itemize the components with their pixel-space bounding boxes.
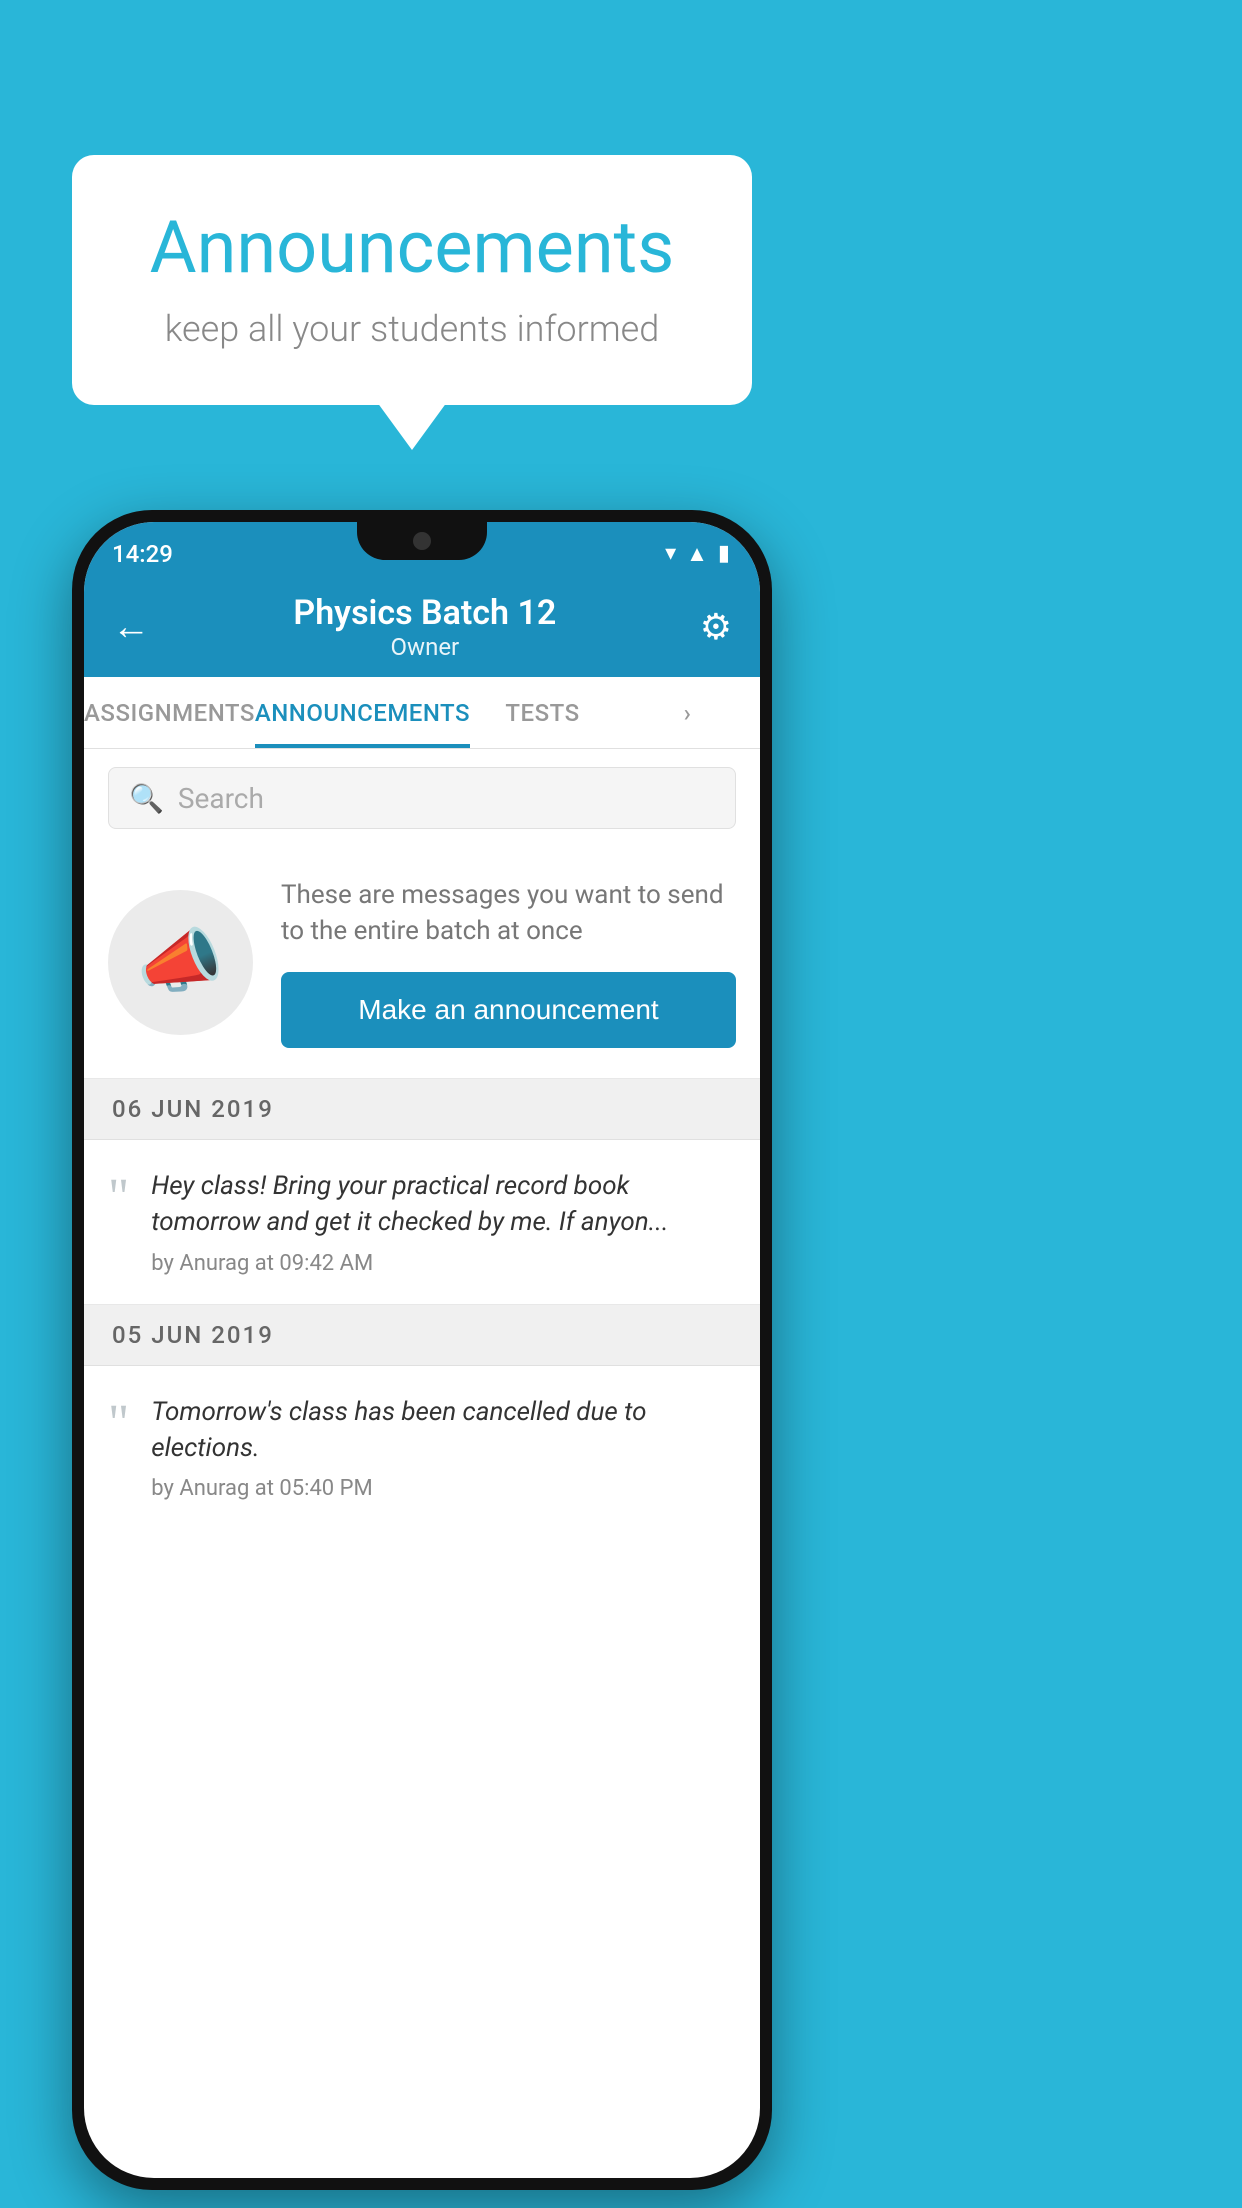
announcement-item-2: " Tomorrow's class has been cancelled du… [84,1366,760,1530]
quote-icon-2: " [108,1394,129,1450]
announcement-right: These are messages you want to send to t… [281,877,736,1048]
announcement-meta-1: by Anurag at 09:42 AM [151,1251,736,1276]
wifi-icon: ▾ [665,541,676,566]
date-header-1: 06 JUN 2019 [84,1079,760,1140]
battery-icon: ▮ [718,541,730,566]
tab-more[interactable]: › [615,677,760,748]
make-announcement-button[interactable]: Make an announcement [281,972,736,1048]
tab-announcements[interactable]: ANNOUNCEMENTS [255,677,470,748]
bubble-subtitle: keep all your students informed [132,308,692,350]
speech-bubble: Announcements keep all your students inf… [72,155,752,405]
header-subtitle: Owner [293,633,556,661]
megaphone-icon: 📣 [137,921,224,1003]
tabs: ASSIGNMENTS ANNOUNCEMENTS TESTS › [84,677,760,749]
announcement-desc: These are messages you want to send to t… [281,877,736,950]
speech-bubble-container: Announcements keep all your students inf… [72,155,752,405]
phone-notch [357,522,487,560]
status-time: 14:29 [112,540,173,568]
announcement-icon-circle: 📣 [108,890,253,1035]
search-container: 🔍 Search [84,749,760,847]
phone-inner: 14:29 ▾ ▲ ▮ ← Physics Batch 12 Owner ⚙ A… [84,522,760,2178]
announcement-content-1: Hey class! Bring your practical record b… [151,1168,736,1276]
back-button[interactable]: ← [112,605,150,649]
header-title: Physics Batch 12 [293,593,556,633]
search-box[interactable]: 🔍 Search [108,767,736,829]
settings-icon[interactable]: ⚙ [700,606,732,648]
search-icon: 🔍 [129,782,164,815]
announcement-item-1: " Hey class! Bring your practical record… [84,1140,760,1305]
announcement-meta-2: by Anurag at 05:40 PM [151,1476,736,1501]
app-header: ← Physics Batch 12 Owner ⚙ [84,577,760,677]
date-header-2: 05 JUN 2019 [84,1305,760,1366]
announcement-text-2: Tomorrow's class has been cancelled due … [151,1394,736,1467]
announcement-prompt: 📣 These are messages you want to send to… [84,847,760,1079]
tab-tests[interactable]: TESTS [470,677,615,748]
header-center: Physics Batch 12 Owner [293,593,556,661]
front-camera [413,532,431,550]
bubble-title: Announcements [132,205,692,290]
tab-assignments[interactable]: ASSIGNMENTS [84,677,255,748]
announcement-content-2: Tomorrow's class has been cancelled due … [151,1394,736,1502]
status-icons: ▾ ▲ ▮ [665,541,730,567]
search-placeholder: Search [178,782,264,815]
signal-icon: ▲ [686,541,708,567]
announcement-text-1: Hey class! Bring your practical record b… [151,1168,736,1241]
phone-frame: 14:29 ▾ ▲ ▮ ← Physics Batch 12 Owner ⚙ A… [72,510,772,2190]
quote-icon-1: " [108,1168,129,1224]
